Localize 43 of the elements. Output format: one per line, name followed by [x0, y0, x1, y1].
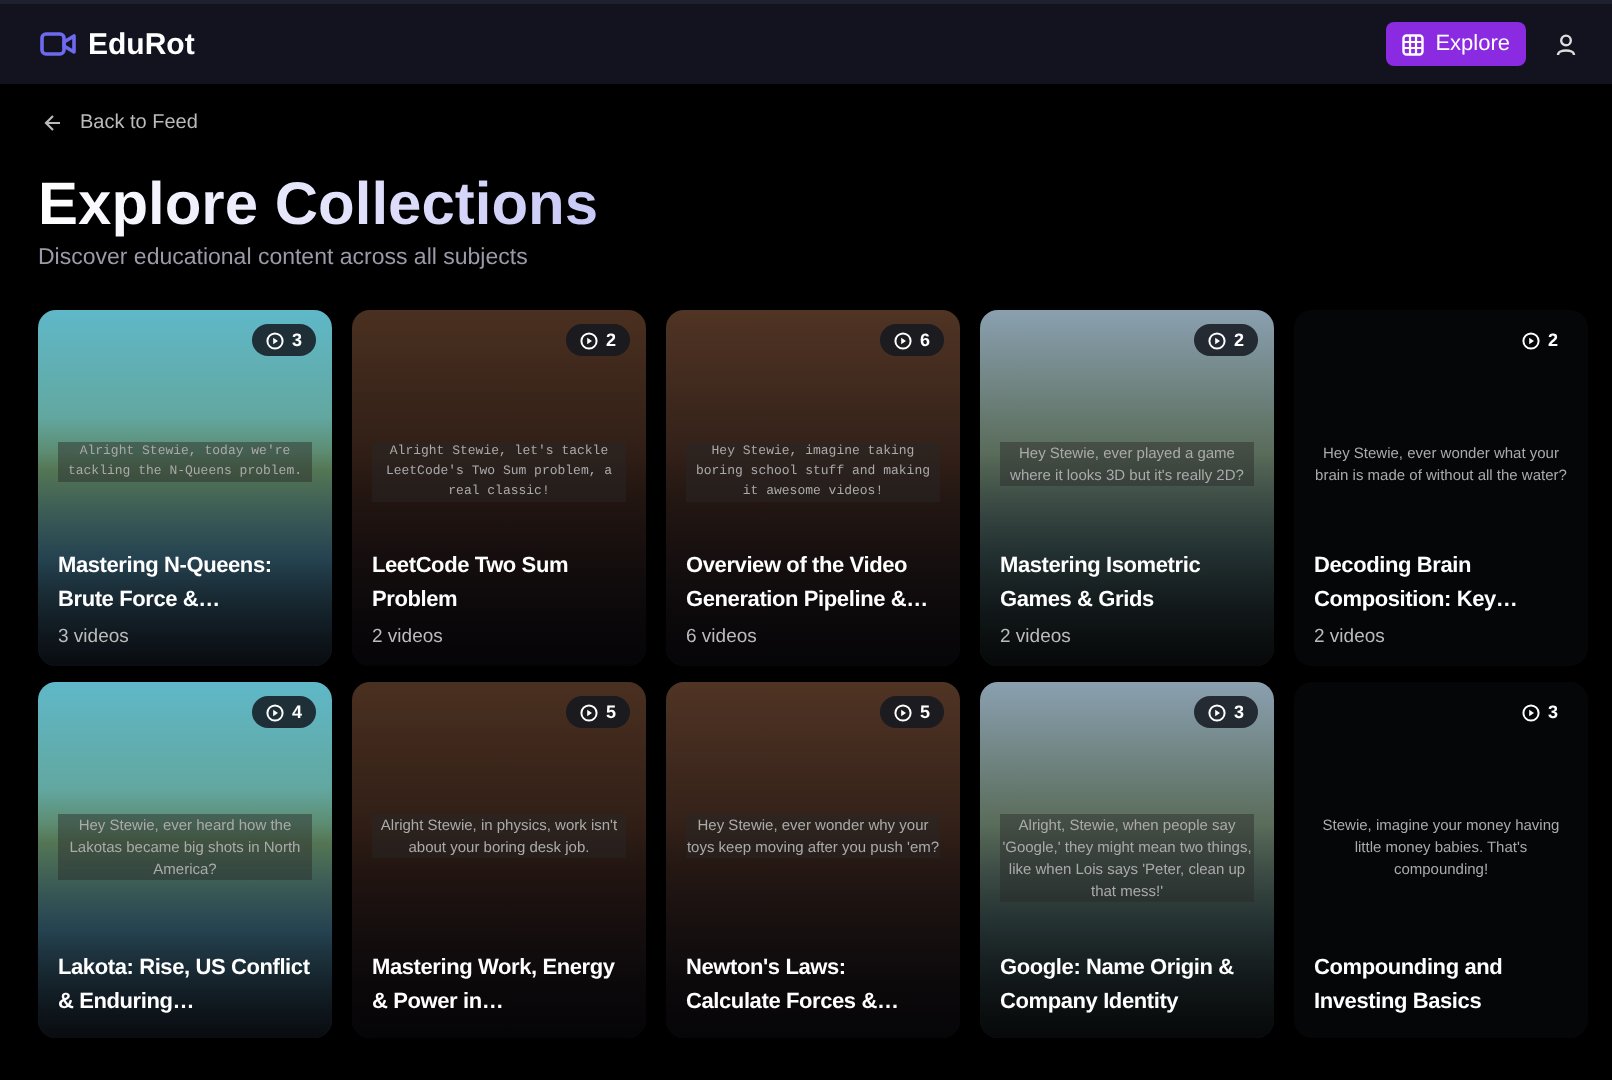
- video-count-label: 4: [291, 702, 302, 722]
- explore-button[interactable]: Explore: [1385, 22, 1526, 66]
- collection-title: Google: Name Origin & Company Identity: [1000, 954, 1236, 1018]
- arrow-left-icon: [44, 114, 62, 132]
- video-camera-icon: [40, 30, 76, 58]
- page-subtitle: Discover educational content across all subjects: [38, 246, 530, 270]
- collection-title: Mastering Isometric Games & Grids: [1000, 552, 1203, 616]
- play-icon: [265, 331, 284, 349]
- collection-title: Newton's Laws: Calculate Forces &…: [686, 954, 901, 1018]
- video-count: 6 videos: [686, 626, 759, 648]
- user-icon[interactable]: [1556, 33, 1576, 55]
- play-icon: [1521, 703, 1540, 721]
- video-count: 2 videos: [1314, 626, 1387, 648]
- collection-title: LeetCode Two Sum Problem: [372, 552, 571, 616]
- video-count: 3 videos: [58, 626, 131, 648]
- video-count-label: 3: [291, 330, 302, 350]
- video-count: 2 videos: [1000, 626, 1073, 648]
- video-count-label: 3: [1547, 702, 1558, 722]
- collection-title: Decoding Brain Composition: Key…: [1314, 552, 1520, 616]
- play-icon: [1207, 703, 1226, 721]
- play-icon: [579, 703, 598, 721]
- app-logo[interactable]: EduRot: [88, 27, 195, 61]
- collection-title: Compounding and Investing Basics: [1314, 954, 1505, 1018]
- video-count-label: 5: [605, 702, 616, 722]
- video-count-label: 2: [1547, 330, 1558, 350]
- play-icon: [893, 331, 912, 349]
- play-icon: [1207, 331, 1226, 349]
- collection-title: Overview of the Video Generation Pipeline &…: [686, 552, 930, 616]
- video-count: 2 videos: [372, 626, 445, 648]
- video-count-label: 6: [919, 330, 930, 350]
- play-icon: [1521, 331, 1540, 349]
- video-count-label: 2: [1233, 330, 1244, 350]
- play-icon: [893, 703, 912, 721]
- collection-title: Mastering N-Queens: Brute Force &…: [58, 552, 274, 616]
- play-icon: [265, 703, 284, 721]
- video-count-label: 2: [605, 330, 616, 350]
- grid-icon: [1401, 33, 1424, 55]
- play-icon: [579, 331, 598, 349]
- video-count-label: 5: [919, 702, 930, 722]
- video-count-label: 3: [1233, 702, 1244, 722]
- collection-title: Mastering Work, Energy & Power in…: [372, 954, 617, 1018]
- collection-title: Lakota: Rise, US Conflict & Enduring…: [58, 954, 312, 1018]
- back-link[interactable]: Back to Feed: [44, 112, 1574, 134]
